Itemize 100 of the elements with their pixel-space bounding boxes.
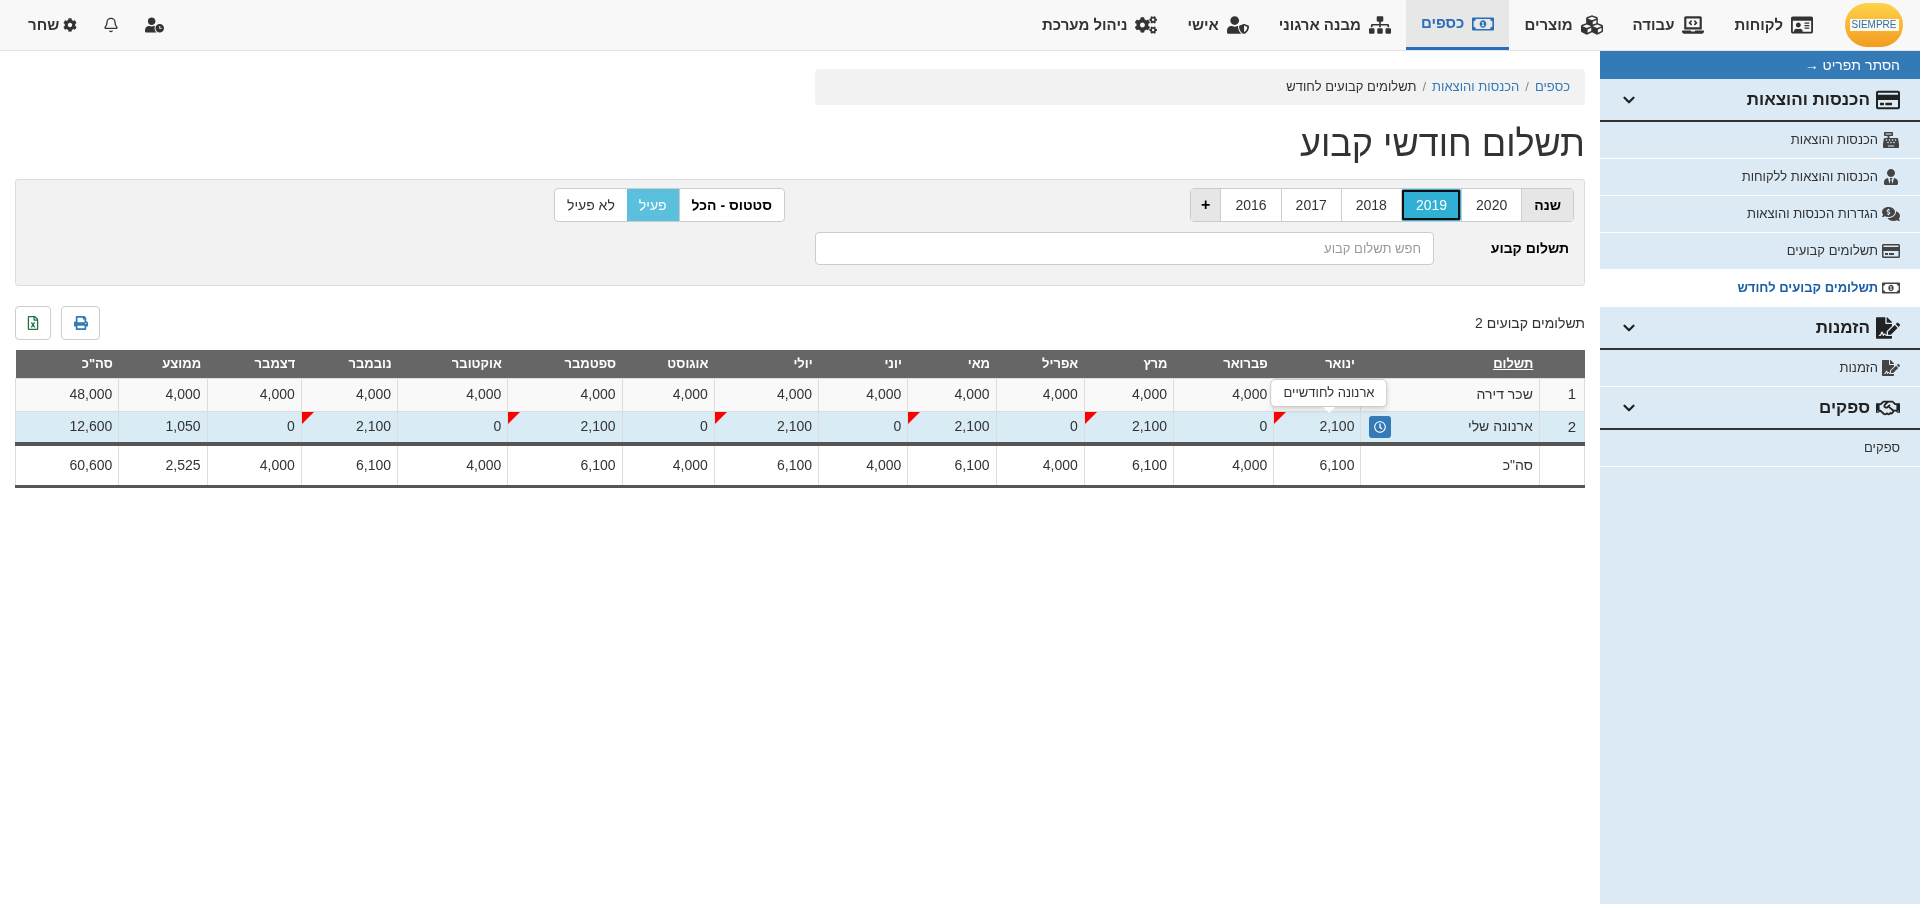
table-cell-text: 0 [1258,417,1268,437]
column-header: אפריל [996,350,1085,378]
add-year-button[interactable]: + [1191,189,1221,221]
breadcrumb-separator: / [1422,78,1427,97]
table-cell-text: 2,100 [1130,417,1167,437]
sidebar-item[interactable]: הגדרות הכנסות והוצאות [1600,196,1920,233]
row-number: 1 [1539,378,1585,411]
comments-dollar-icon [1882,206,1900,222]
column-header: ספטמבר [507,350,623,378]
flag-triangle-icon [908,411,921,424]
tooltip: ארנונה לחודשיים [1270,378,1388,413]
flag-triangle-icon [1084,411,1097,424]
column-header: מאי [907,350,997,378]
table-cell-text: 2,100 [953,417,990,437]
column-header: דצמבר [207,350,302,378]
user-menu[interactable]: שחר [28,13,78,37]
table-cell-text: 0 [699,417,708,437]
table-cell-text: 4,000 [671,385,708,404]
sidebar-section-header[interactable]: הכנסות והוצאות [1600,79,1920,122]
column-header: יוני [818,350,908,378]
file-signature-icon [1882,360,1900,376]
flag-triangle-icon [508,411,521,424]
table-cell-text: 4,000 [953,385,990,404]
credit-card-icon [1882,243,1900,259]
payment-name: שכר דירה [1476,385,1533,404]
table-cell-text: 2,100 [776,417,813,437]
nav-item[interactable]: מוצרים [1509,0,1618,50]
flag-triangle-icon [301,411,314,424]
column-header: ממוצע [118,350,208,378]
id-card-icon [1791,14,1813,36]
column-header: מרץ [1084,350,1174,378]
header-cell [1539,350,1585,378]
logo[interactable]: SIEMPRE [1845,3,1903,47]
table-cell-text: 4,000 [776,385,813,404]
payments-count: תשלומים קבועים 2 [1475,313,1585,333]
settings-icon [63,18,78,32]
excel-export-button[interactable] [15,306,51,340]
table-cell-text: 1,050 [164,417,201,437]
nav-item[interactable]: ניהול מערכת [1027,0,1173,50]
table-cell-text: 4,000 [355,385,392,404]
table-cell-text: 4,000 [1231,385,1268,404]
table-cell-text: 12,600 [68,417,113,437]
table-cell-text: 0 [286,417,295,437]
column-header: ינואר [1273,350,1361,378]
flag-triangle-icon [1274,411,1287,424]
column-header: יולי [714,350,819,378]
page-title: תשלום חודשי קבוע [1299,122,1585,166]
table-cell-text: 4,000 [465,385,502,404]
year-option[interactable]: 2018 [1340,189,1401,221]
gears-icon [1135,14,1158,36]
column-header: נובמבר [301,350,398,378]
nav-item[interactable]: כספים [1405,0,1510,50]
nav-item[interactable]: מבנה ארגוני [1263,0,1406,50]
hide-menu-button[interactable]: הסתר תפריט → [1600,51,1920,79]
table-cell-text: 4,000 [1041,385,1078,404]
notifications-icon[interactable] [103,17,120,33]
table-cell-text: 4,000 [258,385,295,404]
user-tie-icon [1882,169,1900,185]
sidebar-section-header[interactable]: ספקים [1600,387,1920,430]
sidebar-item[interactable]: הכנסות והוצאות [1600,122,1920,159]
year-option[interactable]: 2017 [1280,189,1341,221]
print-button[interactable] [61,306,100,340]
nav-item[interactable]: עבודה [1617,0,1720,50]
sidebar-item[interactable]: תשלומים קבועים לחודש [1600,270,1920,307]
breadcrumb-separator: / [1525,78,1529,97]
column-header: אוקטובר [397,350,508,378]
sidebar-item[interactable]: הזמנות [1600,350,1920,387]
table-cell-text: 2,100 [355,417,392,437]
breadcrumb-link[interactable]: הכנסות והוצאות [1432,77,1520,97]
table-cell-text: 4,000 [579,385,616,404]
user-clock-icon[interactable] [145,17,165,33]
print-icon [73,316,88,330]
status-option[interactable]: לא פעיל [555,189,627,221]
breadcrumb-current: תשלומים קבועים לחודש [1286,78,1417,97]
nav-item[interactable]: אישי [1172,0,1264,50]
sidebar-section-header[interactable]: הזמנות [1600,307,1920,350]
schedule-button[interactable] [1369,415,1392,438]
breadcrumb-link[interactable]: כספים [1534,77,1570,97]
search-field[interactable]: חפש תשלום קבוע [815,232,1434,265]
table-cell-text: 2,100 [579,417,616,437]
nav-item[interactable]: לקוחות [1719,0,1828,50]
column-header: פברואר [1173,350,1274,378]
money-bill-icon [1882,280,1900,296]
sidebar-item[interactable]: ספקים [1600,430,1920,467]
search-label: תשלום קבוע [1489,239,1570,258]
table-cell-text: 0 [1068,417,1078,437]
year-label: שנה [1521,189,1573,221]
table-cell-text: 4,000 [1130,385,1167,404]
clock-icon [1374,420,1387,433]
column-header: סה"כ [15,350,119,378]
column-header: אוגוסט [622,350,715,378]
table-cell-text: 0 [892,417,902,437]
table-cell-text: 48,000 [68,385,113,404]
sitemap-icon [1368,14,1391,36]
laptop-code-icon [1682,14,1705,36]
payment-name: ארנונה שלי [1468,417,1533,437]
sidebar-item[interactable]: הכנסות והוצאות ללקוחות [1600,159,1920,196]
table-cell-text: 4,000 [164,385,201,404]
column-header[interactable]: תשלום [1360,350,1540,378]
flag-triangle-icon [714,411,727,424]
